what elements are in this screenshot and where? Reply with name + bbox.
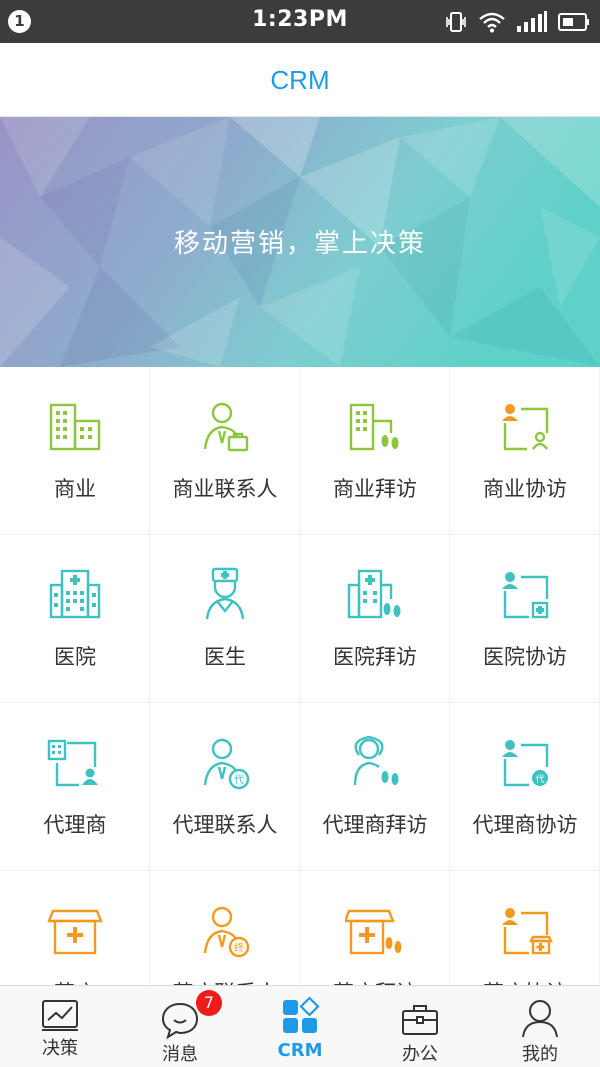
status-icons xyxy=(444,9,590,35)
pharmacy-visit-icon xyxy=(345,909,402,955)
grid-item-agent[interactable]: 代理商 xyxy=(0,703,150,871)
grid-item-label: 药店协访 xyxy=(450,977,600,985)
banner[interactable]: 移动营销，掌上决策 xyxy=(0,117,600,367)
grid-item-label: 药店拜访 xyxy=(300,977,450,985)
agent-icon xyxy=(47,739,98,787)
battery-icon xyxy=(558,13,589,31)
chart-icon xyxy=(42,1000,78,1031)
tab-label: 决策 xyxy=(42,1038,78,1059)
co-visit-icon xyxy=(502,404,549,451)
grid-item-pharmacy-contact[interactable]: 终 药店联系人 xyxy=(150,871,300,985)
pharmacy-co-visit-icon xyxy=(502,908,553,955)
module-grid: 商业 商业联系人 商业拜访 商业协访 医院 医生 医院拜访 医院协访 代理商 代… xyxy=(0,367,600,985)
banner-slogan: 移动营销，掌上决策 xyxy=(173,229,426,259)
grid-item-agent-co-visit[interactable]: 代 代理商协访 xyxy=(450,703,600,871)
grid-item-hospital-co-visit[interactable]: 医院协访 xyxy=(450,535,600,703)
tab-label: 办公 xyxy=(402,1044,438,1065)
tab-mine[interactable]: 我的 xyxy=(480,986,600,1067)
grid-item-label: 药店 xyxy=(0,977,150,985)
tab-label: CRM xyxy=(277,1040,323,1061)
page-title: CRM xyxy=(270,65,330,95)
grid-item-label: 医院拜访 xyxy=(333,645,417,669)
signal-icon xyxy=(517,11,547,32)
pharmacy-contact-icon: 终 xyxy=(203,906,250,958)
grid-item-label: 代理联系人 xyxy=(172,813,278,837)
tab-messages[interactable]: 7 消息 xyxy=(120,986,240,1067)
grid-item-label: 药店联系人 xyxy=(150,977,300,985)
grid-item-label: 医院 xyxy=(54,645,96,669)
vibrate-icon xyxy=(446,12,466,32)
chat-bubble-icon xyxy=(161,1002,199,1040)
pharmacy-icon xyxy=(47,909,103,955)
agent-contact-icon: 代 xyxy=(203,738,250,790)
grid-item-label: 代理商 xyxy=(43,813,107,837)
grid-item-label: 医生 xyxy=(204,645,246,669)
grid-item-hospital-visit[interactable]: 医院拜访 xyxy=(300,535,450,703)
svg-text:代: 代 xyxy=(234,774,244,786)
tab-decision[interactable]: 决策 xyxy=(0,986,120,1067)
grid-item-label: 代理商拜访 xyxy=(322,813,428,837)
briefcase-icon xyxy=(402,1005,438,1035)
grid-item-agent-visit[interactable]: 代理商拜访 xyxy=(300,703,450,871)
agent-visit-icon xyxy=(353,735,399,786)
grid-item-label: 商业拜访 xyxy=(333,477,417,501)
tab-crm[interactable]: CRM xyxy=(240,986,360,1067)
tab-bar: 决策 7 消息 CRM 办公 我的 xyxy=(0,985,600,1067)
crm-apps-icon xyxy=(283,996,320,1033)
person-icon xyxy=(522,1000,558,1038)
grid-item-pharmacy-visit[interactable]: 药店拜访 xyxy=(300,871,450,985)
grid-item-commerce-visit[interactable]: 商业拜访 xyxy=(300,367,450,535)
grid-item-commerce-contact[interactable]: 商业联系人 xyxy=(150,367,300,535)
title-bar: CRM xyxy=(0,43,600,117)
grid-item-pharmacy-co-visit[interactable]: 药店协访 xyxy=(450,871,600,985)
svg-text:终: 终 xyxy=(234,941,244,954)
grid-item-doctor[interactable]: 医生 xyxy=(150,535,300,703)
grid-item-label: 商业协访 xyxy=(483,477,567,501)
grid-item-label: 代理商协访 xyxy=(472,813,578,837)
building-icon xyxy=(49,403,101,451)
grid-item-commerce[interactable]: 商业 xyxy=(0,367,150,535)
grid-item-commerce-co-visit[interactable]: 商业协访 xyxy=(450,367,600,535)
grid-item-label: 医院协访 xyxy=(483,645,567,669)
building-footprints-icon xyxy=(349,403,399,451)
grid-item-agent-contact[interactable]: 代 代理联系人 xyxy=(150,703,300,871)
grid-item-hospital[interactable]: 医院 xyxy=(0,535,150,703)
contact-briefcase-icon xyxy=(203,402,249,452)
message-badge: 7 xyxy=(196,990,222,1016)
hospital-footprints-icon xyxy=(347,569,401,619)
doctor-icon xyxy=(205,567,245,620)
hospital-icon xyxy=(49,569,101,619)
tab-office[interactable]: 办公 xyxy=(360,986,480,1067)
grid-item-label: 商业 xyxy=(54,477,96,501)
wifi-icon xyxy=(479,12,505,33)
agent-co-visit-icon: 代 xyxy=(502,740,549,787)
svg-text:代: 代 xyxy=(535,774,544,785)
tab-label: 我的 xyxy=(522,1044,558,1065)
grid-item-label: 商业联系人 xyxy=(172,477,278,501)
status-bar: 1 1:23PM xyxy=(0,0,600,43)
tab-label: 消息 xyxy=(162,1044,198,1065)
grid-item-pharmacy[interactable]: 药店 xyxy=(0,871,150,985)
hospital-co-visit-icon xyxy=(502,572,549,619)
